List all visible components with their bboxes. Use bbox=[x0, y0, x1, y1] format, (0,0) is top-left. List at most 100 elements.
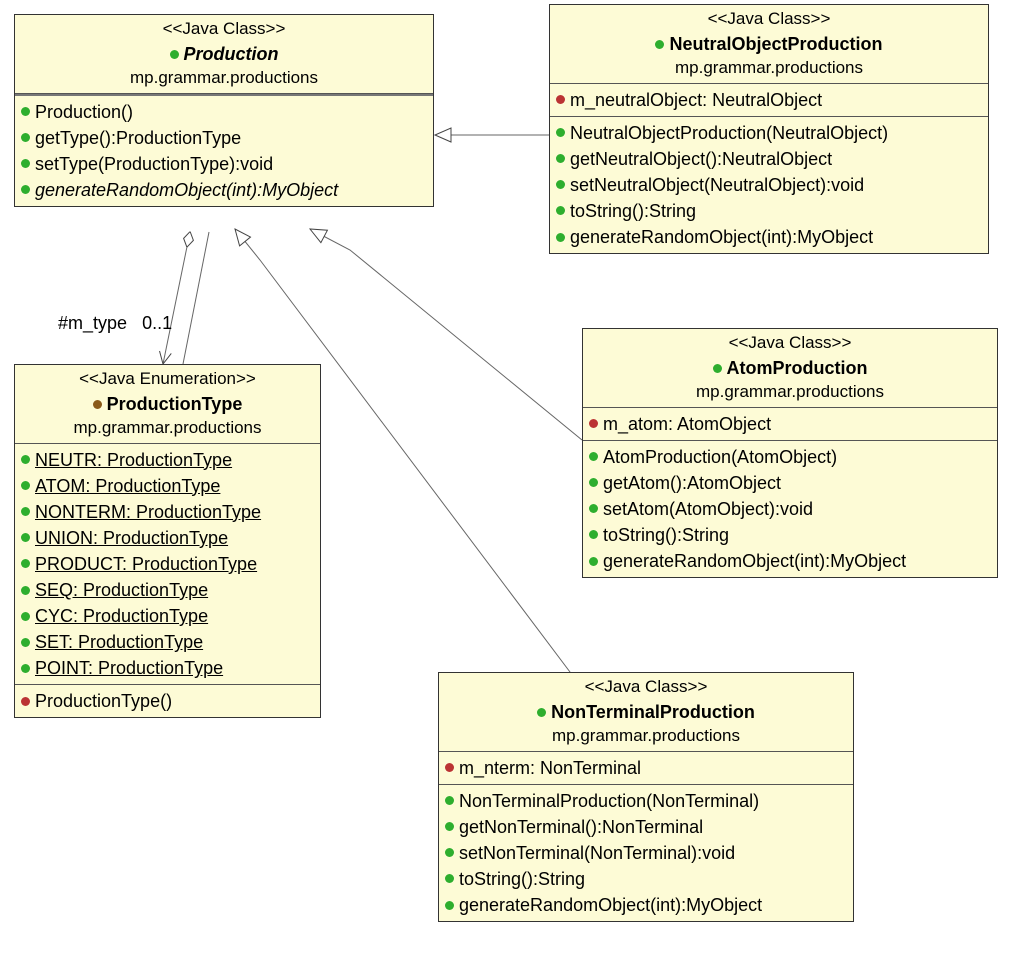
op: setNonTerminal(NonTerminal):void bbox=[459, 840, 735, 866]
method-icon bbox=[556, 206, 565, 215]
op: generateRandomObject(int):MyObject bbox=[459, 892, 762, 918]
enum-icon bbox=[21, 481, 30, 490]
visibility-icon bbox=[655, 40, 664, 49]
method-icon bbox=[589, 478, 598, 487]
method-icon bbox=[556, 154, 565, 163]
op: ProductionType() bbox=[35, 688, 172, 714]
op: getNeutralObject():NeutralObject bbox=[570, 146, 832, 172]
class-name: NonTerminalProduction bbox=[551, 700, 755, 724]
enum-value: CYC: ProductionType bbox=[35, 603, 208, 629]
method-icon bbox=[556, 180, 565, 189]
method-icon bbox=[589, 452, 598, 461]
enum-icon bbox=[21, 559, 30, 568]
class-name: AtomProduction bbox=[727, 356, 868, 380]
package-name: mp.grammar.productions bbox=[445, 725, 847, 748]
op: setType(ProductionType):void bbox=[35, 151, 273, 177]
op: generateRandomObject(int):MyObject bbox=[35, 177, 338, 203]
gen-atom-production bbox=[310, 229, 582, 440]
op: generateRandomObject(int):MyObject bbox=[570, 224, 873, 250]
method-icon bbox=[556, 128, 565, 137]
package-name: mp.grammar.productions bbox=[21, 417, 314, 440]
stereotype: <<Java Class>> bbox=[445, 676, 847, 699]
method-icon bbox=[21, 185, 30, 194]
class-neutral-ops: NeutralObjectProduction(NeutralObject) g… bbox=[550, 117, 988, 253]
enum-value: SEQ: ProductionType bbox=[35, 577, 208, 603]
class-atom-attrs: m_atom: AtomObject bbox=[583, 408, 997, 441]
op: NeutralObjectProduction(NeutralObject) bbox=[570, 120, 888, 146]
package-name: mp.grammar.productions bbox=[589, 381, 991, 404]
class-neutral[interactable]: <<Java Class>> NeutralObjectProduction m… bbox=[549, 4, 989, 254]
method-icon bbox=[21, 697, 30, 706]
enum-productiontype[interactable]: <<Java Enumeration>> ProductionType mp.g… bbox=[14, 364, 321, 718]
assoc-multiplicity: 0..1 bbox=[142, 313, 172, 333]
attr: m_atom: AtomObject bbox=[603, 411, 771, 437]
class-name: NeutralObjectProduction bbox=[669, 32, 882, 56]
class-atom-ops: AtomProduction(AtomObject) getAtom():Ato… bbox=[583, 441, 997, 577]
class-neutral-attrs: m_neutralObject: NeutralObject bbox=[550, 84, 988, 117]
method-icon bbox=[445, 874, 454, 883]
stereotype: <<Java Class>> bbox=[589, 332, 991, 355]
op: getType():ProductionType bbox=[35, 125, 241, 151]
method-icon bbox=[21, 133, 30, 142]
enum-value: NEUTR: ProductionType bbox=[35, 447, 232, 473]
class-nonterm-ops: NonTerminalProduction(NonTerminal) getNo… bbox=[439, 785, 853, 921]
op: toString():String bbox=[570, 198, 696, 224]
stereotype: <<Java Class>> bbox=[21, 18, 427, 41]
visibility-icon bbox=[713, 364, 722, 373]
class-nonterm-header: <<Java Class>> NonTerminalProduction mp.… bbox=[439, 673, 853, 752]
package-name: mp.grammar.productions bbox=[21, 67, 427, 90]
op: getNonTerminal():NonTerminal bbox=[459, 814, 703, 840]
op: toString():String bbox=[459, 866, 585, 892]
attr: m_nterm: NonTerminal bbox=[459, 755, 641, 781]
attr-icon bbox=[556, 95, 565, 104]
class-name: ProductionType bbox=[107, 392, 243, 416]
enum-icon bbox=[21, 664, 30, 673]
op: toString():String bbox=[603, 522, 729, 548]
enum-icon bbox=[21, 533, 30, 542]
enum-value: PRODUCT: ProductionType bbox=[35, 551, 257, 577]
op: generateRandomObject(int):MyObject bbox=[603, 548, 906, 574]
method-icon bbox=[589, 504, 598, 513]
stereotype: <<Java Class>> bbox=[556, 8, 982, 31]
attr-icon bbox=[445, 763, 454, 772]
op: setNeutralObject(NeutralObject):void bbox=[570, 172, 864, 198]
enum-value: NONTERM: ProductionType bbox=[35, 499, 261, 525]
enum-value: ATOM: ProductionType bbox=[35, 473, 220, 499]
op: Production() bbox=[35, 99, 133, 125]
assoc-production-to-type-left bbox=[163, 232, 190, 364]
enum-value: SET: ProductionType bbox=[35, 629, 203, 655]
class-neutral-header: <<Java Class>> NeutralObjectProduction m… bbox=[550, 5, 988, 84]
enum-icon bbox=[21, 507, 30, 516]
enum-icon bbox=[21, 586, 30, 595]
op: getAtom():AtomObject bbox=[603, 470, 781, 496]
method-icon bbox=[21, 159, 30, 168]
visibility-icon bbox=[537, 708, 546, 717]
attr-icon bbox=[589, 419, 598, 428]
class-production-ops: Production() getType():ProductionType se… bbox=[15, 96, 433, 206]
assoc-production-to-type-right bbox=[183, 232, 209, 364]
package-name: mp.grammar.productions bbox=[556, 57, 982, 80]
op: NonTerminalProduction(NonTerminal) bbox=[459, 788, 759, 814]
class-production[interactable]: <<Java Class>> Production mp.grammar.pro… bbox=[14, 14, 434, 207]
assoc-label: #m_type 0..1 bbox=[58, 313, 172, 334]
class-atom[interactable]: <<Java Class>> AtomProduction mp.grammar… bbox=[582, 328, 998, 578]
stereotype: <<Java Enumeration>> bbox=[21, 368, 314, 391]
op: AtomProduction(AtomObject) bbox=[603, 444, 837, 470]
enum-value: UNION: ProductionType bbox=[35, 525, 228, 551]
method-icon bbox=[556, 233, 565, 242]
enum-icon bbox=[21, 455, 30, 464]
visibility-icon bbox=[93, 400, 102, 409]
class-name: Production bbox=[184, 42, 279, 66]
op: setAtom(AtomObject):void bbox=[603, 496, 813, 522]
enum-ops: ProductionType() bbox=[15, 685, 320, 717]
class-nonterm[interactable]: <<Java Class>> NonTerminalProduction mp.… bbox=[438, 672, 854, 922]
method-icon bbox=[589, 530, 598, 539]
assoc-role: #m_type bbox=[58, 313, 127, 333]
visibility-icon bbox=[170, 50, 179, 59]
method-icon bbox=[445, 848, 454, 857]
enum-icon bbox=[21, 612, 30, 621]
class-nonterm-attrs: m_nterm: NonTerminal bbox=[439, 752, 853, 785]
enum-header: <<Java Enumeration>> ProductionType mp.g… bbox=[15, 365, 320, 444]
method-icon bbox=[589, 557, 598, 566]
attr: m_neutralObject: NeutralObject bbox=[570, 87, 822, 113]
